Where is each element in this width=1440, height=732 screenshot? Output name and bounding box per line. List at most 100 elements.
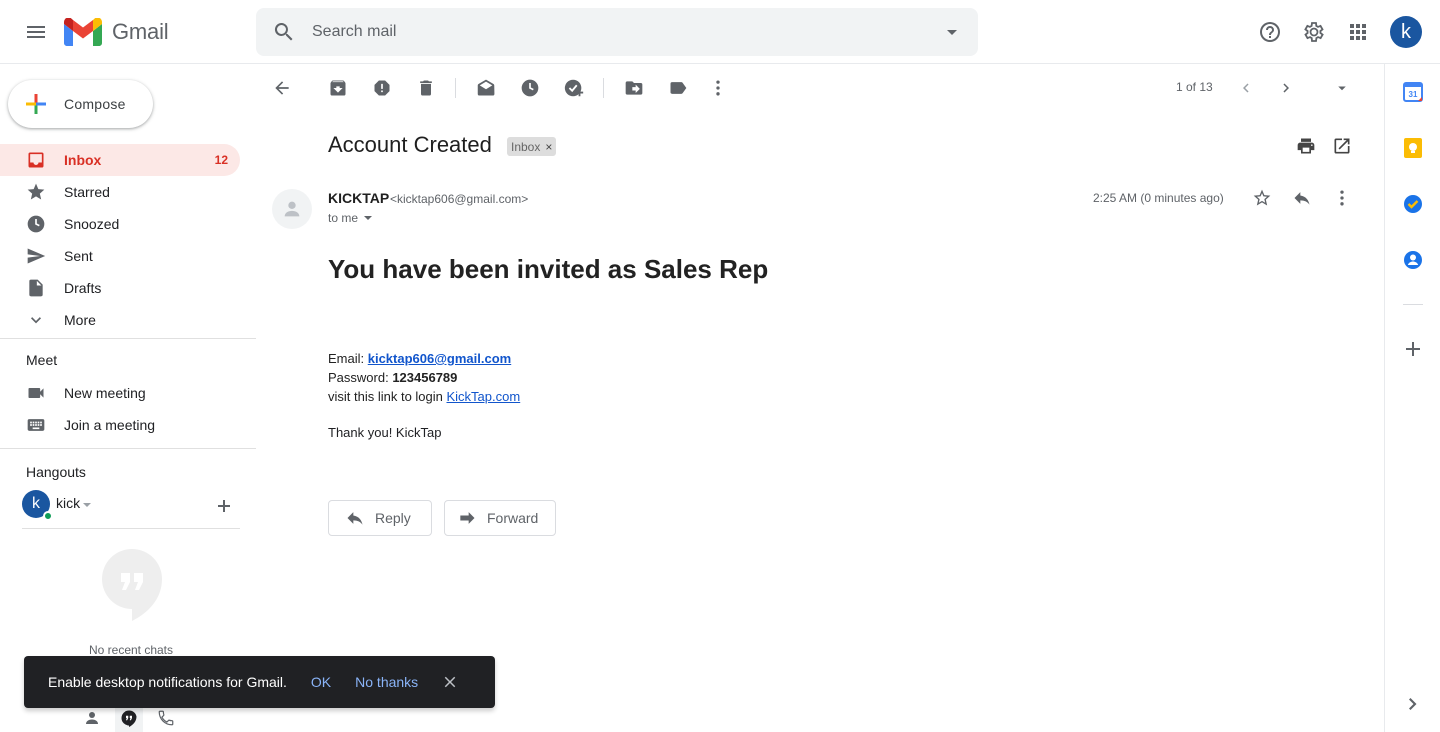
- recipient-details[interactable]: to me: [328, 211, 374, 225]
- contacts-tab-person-icon[interactable]: [78, 704, 106, 732]
- star-outline-icon[interactable]: [1250, 186, 1274, 210]
- sidebar-item-label: More: [64, 312, 96, 328]
- inbox-label-chip[interactable]: Inbox ×: [507, 137, 557, 156]
- sender-avatar[interactable]: [272, 189, 312, 229]
- hamburger-icon: [27, 26, 45, 38]
- add-task-icon[interactable]: [562, 76, 586, 100]
- hangouts-user[interactable]: k kick: [22, 490, 242, 522]
- conversations-tab-quote-icon[interactable]: [115, 704, 143, 732]
- main-menu-button[interactable]: [20, 16, 52, 48]
- search-icon[interactable]: [272, 20, 296, 44]
- search-options-icon[interactable]: [940, 20, 964, 44]
- sidebar-divider: [0, 338, 256, 339]
- chevron-down-icon: [26, 310, 46, 330]
- forward-button[interactable]: Forward: [444, 500, 556, 536]
- calendar-icon[interactable]: 31: [1403, 82, 1423, 102]
- sidebar-item-join-meeting[interactable]: Join a meeting: [0, 409, 240, 441]
- email-body: You have been invited as Sales Rep Email…: [328, 254, 768, 440]
- trash-icon[interactable]: [414, 76, 438, 100]
- show-side-panel-chevron-icon[interactable]: [1403, 694, 1423, 714]
- mark-unread-icon[interactable]: [474, 76, 498, 100]
- sidebar-item-label: Join a meeting: [64, 417, 156, 433]
- sidebar-item-label: Starred: [64, 184, 110, 200]
- open-in-new-window-icon[interactable]: [1330, 134, 1354, 158]
- newer-chevron-left-icon[interactable]: [1234, 76, 1258, 100]
- email-view: 1 of 13 Account Created Inbox × KICKTAP …: [256, 64, 1384, 732]
- older-chevron-right-icon[interactable]: [1274, 76, 1298, 100]
- inbox-unread-count: 12: [214, 153, 228, 167]
- snackbar-ok-button[interactable]: OK: [311, 674, 331, 690]
- top-bar: Gmail k: [0, 0, 1440, 64]
- keyboard-icon: [26, 415, 46, 435]
- sidebar-item-sent[interactable]: Sent: [0, 240, 240, 272]
- reply-label: Reply: [375, 510, 411, 526]
- reply-arrow-icon[interactable]: [1290, 186, 1314, 210]
- sender-name[interactable]: KICKTAP: [328, 190, 389, 206]
- message-more-vert-icon[interactable]: [1330, 186, 1354, 210]
- star-icon: [26, 182, 46, 202]
- get-addons-plus-icon[interactable]: [1403, 339, 1423, 359]
- forward-label: Forward: [487, 510, 539, 526]
- hangouts-quote-icon: [102, 549, 162, 621]
- sidebar-item-snoozed[interactable]: Snoozed: [0, 208, 240, 240]
- sidebar-divider: [0, 448, 256, 449]
- tasks-icon[interactable]: [1403, 194, 1423, 214]
- input-tools-dropdown-icon[interactable]: [1330, 76, 1354, 100]
- person-icon: [284, 201, 300, 217]
- recipient-text: to me: [328, 211, 359, 225]
- toolbar-separator: [603, 78, 604, 98]
- password-value: 123456789: [392, 370, 458, 385]
- sender-email: <kicktap606@gmail.com>: [390, 192, 529, 206]
- compose-button[interactable]: Compose: [8, 80, 153, 128]
- contacts-icon[interactable]: [1403, 250, 1423, 270]
- inbox-icon: [26, 150, 46, 170]
- mail-nav: Inbox 12 Starred Snoozed Sent Drafts Mor…: [0, 144, 256, 336]
- account-avatar[interactable]: k: [1390, 16, 1422, 48]
- hangouts-username: kick: [56, 495, 81, 511]
- sidebar-item-inbox[interactable]: Inbox 12: [0, 144, 240, 176]
- hangouts-divider: [22, 528, 240, 529]
- sidebar-item-new-meeting[interactable]: New meeting: [0, 377, 240, 409]
- sidebar-item-drafts[interactable]: Drafts: [0, 272, 240, 304]
- settings-gear-icon[interactable]: [1302, 16, 1326, 48]
- toolbar-separator: [455, 78, 456, 98]
- email-timestamp: 2:25 AM (0 minutes ago): [1093, 191, 1224, 205]
- sidebar-item-starred[interactable]: Starred: [0, 176, 240, 208]
- move-to-icon[interactable]: [622, 76, 646, 100]
- left-sidebar: Compose Inbox 12 Starred Snoozed Sent Dr…: [0, 64, 256, 732]
- password-field-label: Password:: [328, 370, 393, 385]
- label-icon[interactable]: [666, 76, 690, 100]
- archive-icon[interactable]: [326, 76, 350, 100]
- credential-lines: Email: kicktap606@gmail.com Password: 12…: [328, 349, 768, 406]
- app-name: Gmail: [112, 19, 169, 44]
- report-spam-icon[interactable]: [370, 76, 394, 100]
- back-arrow-icon[interactable]: [270, 76, 294, 100]
- more-vert-icon[interactable]: [706, 76, 730, 100]
- meet-section-title: Meet: [26, 352, 58, 368]
- sidebar-item-label: Snoozed: [64, 216, 120, 232]
- snackbar-message: Enable desktop notifications for Gmail.: [48, 674, 287, 690]
- snackbar-close-icon[interactable]: [440, 672, 460, 692]
- sidebar-item-more[interactable]: More: [0, 304, 240, 336]
- keep-icon[interactable]: [1403, 138, 1423, 158]
- caret-down-icon: [364, 216, 373, 220]
- calls-tab-phone-icon[interactable]: [152, 704, 180, 732]
- email-address-link[interactable]: kicktap606@gmail.com: [368, 351, 511, 366]
- svg-text:31: 31: [1409, 90, 1418, 99]
- sidebar-item-label: Inbox: [64, 152, 102, 168]
- search-input[interactable]: [312, 20, 912, 44]
- reply-button[interactable]: Reply: [328, 500, 432, 536]
- snackbar-no-thanks-button[interactable]: No thanks: [355, 674, 418, 690]
- add-chat-icon[interactable]: [216, 498, 232, 514]
- snooze-clock-icon[interactable]: [518, 76, 542, 100]
- help-icon[interactable]: [1258, 16, 1282, 48]
- video-icon: [26, 383, 46, 403]
- print-icon[interactable]: [1294, 134, 1318, 158]
- remove-label-icon[interactable]: ×: [545, 140, 552, 154]
- apps-grid-icon[interactable]: [1346, 16, 1370, 48]
- email-subject: Account Created: [328, 132, 492, 157]
- kicktap-login-link[interactable]: KickTap.com: [447, 389, 521, 404]
- gmail-logo[interactable]: Gmail: [64, 16, 169, 48]
- email-toolbar: 1 of 13: [256, 64, 1384, 112]
- hangouts-section-title: Hangouts: [26, 464, 86, 480]
